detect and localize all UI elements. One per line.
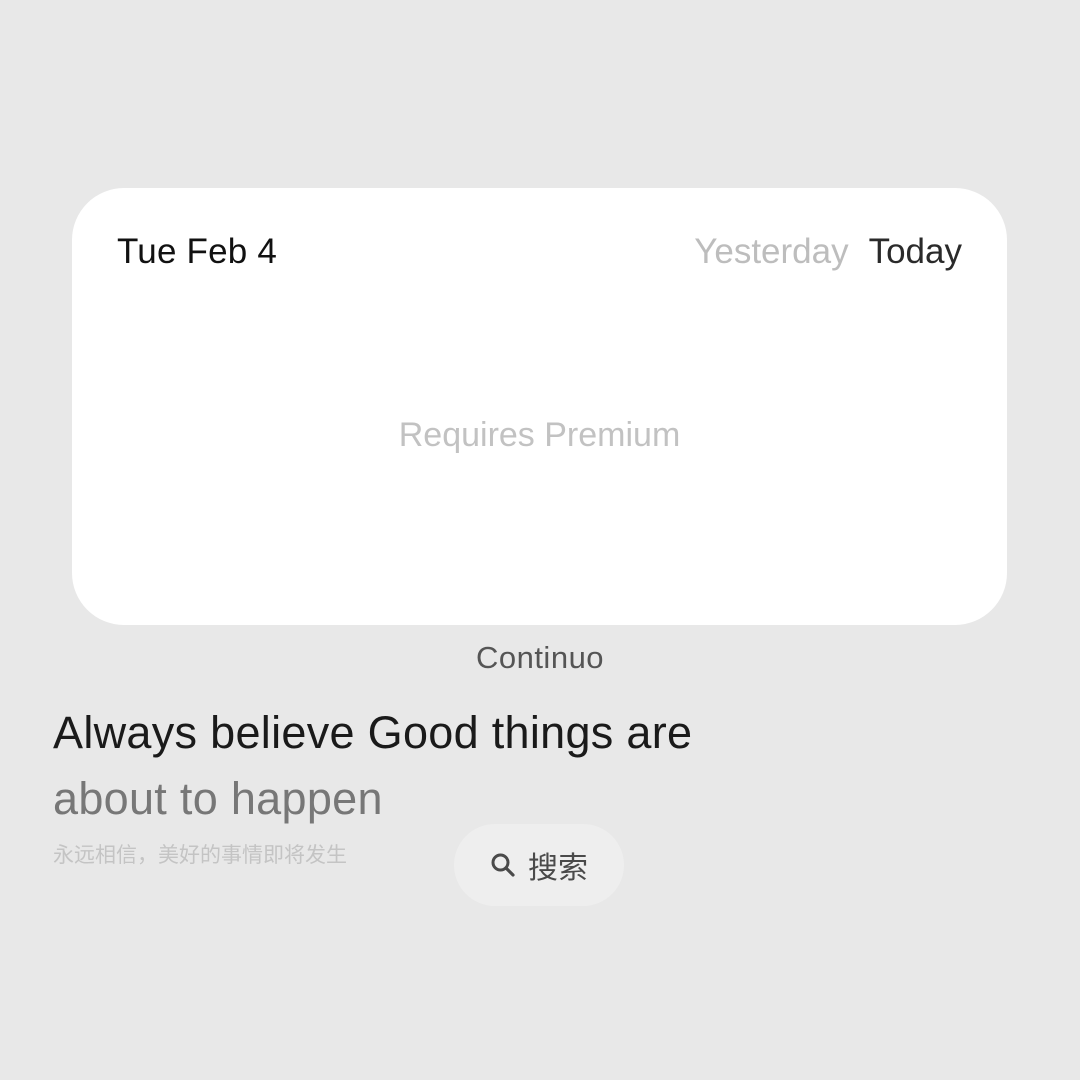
quote-line-1: Always believe Good things are bbox=[53, 707, 693, 758]
widget-caption: Continuo bbox=[475, 640, 605, 675]
widget-date: Tue Feb 4 bbox=[117, 232, 278, 271]
tab-today[interactable]: Today bbox=[869, 232, 962, 272]
quote-translation: 永远相信，美好的事情即将发生 bbox=[53, 843, 347, 867]
premium-notice: Requires Premium bbox=[398, 416, 681, 454]
day-tabs: Yesterday Today bbox=[694, 232, 962, 272]
quote-line-2: about to happen bbox=[53, 773, 383, 824]
search-label: 搜索 bbox=[528, 851, 588, 886]
search-button[interactable]: 搜索 bbox=[454, 824, 624, 906]
calendar-widget[interactable]: Tue Feb 4 Yesterday Today Requires Premi… bbox=[72, 188, 1007, 625]
search-icon bbox=[490, 852, 516, 878]
tab-yesterday[interactable]: Yesterday bbox=[694, 232, 848, 272]
